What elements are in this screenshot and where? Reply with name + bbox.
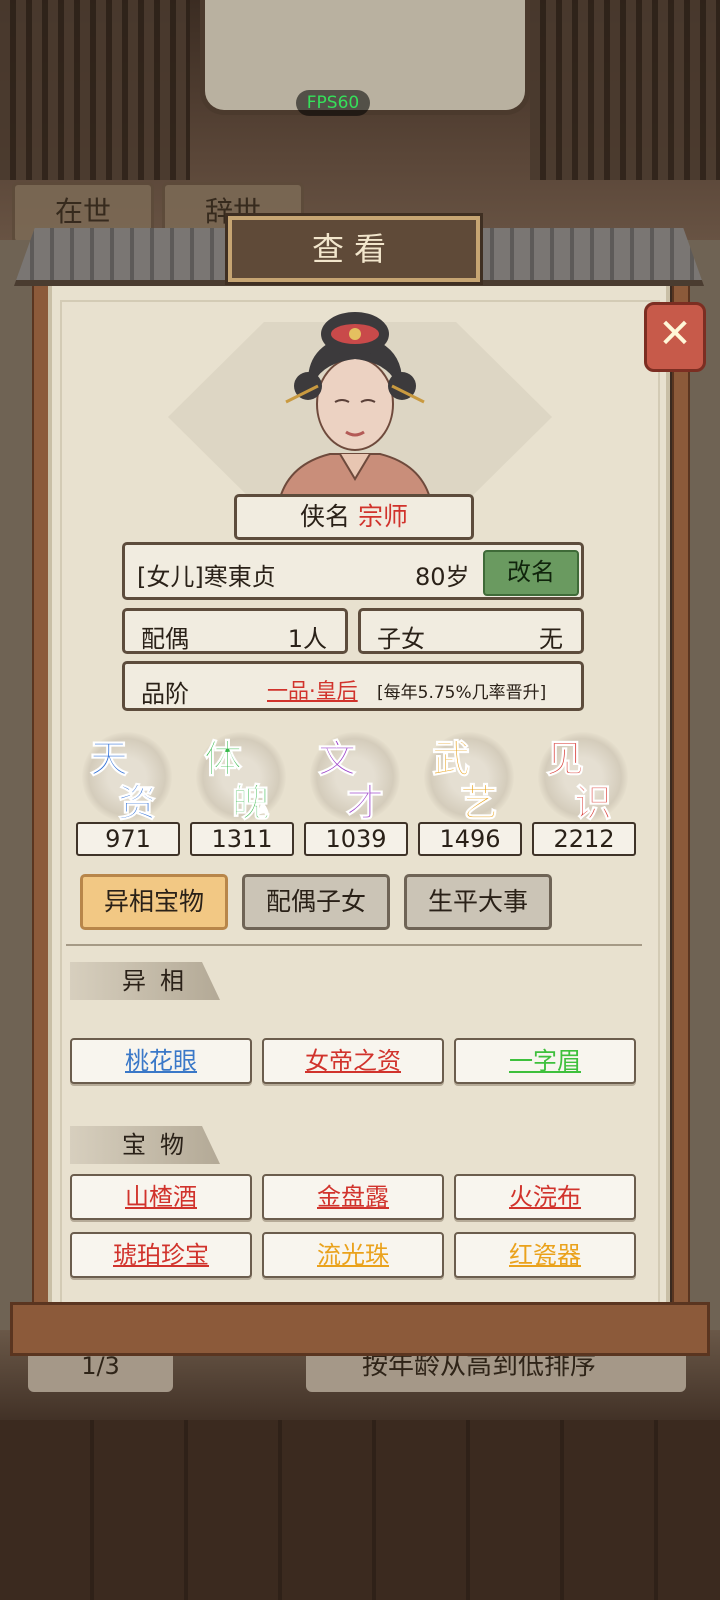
section-header-traits: 异相 (70, 962, 220, 1000)
tab-traits-treasures[interactable]: 异相宝物 (80, 874, 228, 930)
rename-button[interactable]: 改名 (483, 550, 579, 596)
rank-label: 品阶 (141, 680, 189, 708)
attribute-value-martial: 1496 (418, 822, 522, 856)
attribute-char-2: 才 (345, 780, 385, 826)
attribute-physique: 体 魄 (186, 728, 296, 826)
attribute-value-insight: 2212 (532, 822, 636, 856)
attribute-char-2: 艺 (459, 780, 499, 826)
tab-life-events[interactable]: 生平大事 (404, 874, 552, 930)
window-lattice-left (0, 0, 190, 180)
floor (0, 1420, 720, 1600)
rank-promotion-note: [每年5.75%几率晋升] (377, 683, 547, 703)
treasure-item[interactable]: 金盘露 (262, 1174, 444, 1220)
attribute-insight: 见 识 (528, 728, 638, 826)
attribute-char-2: 魄 (231, 780, 271, 826)
dialog-bottom-beam (10, 1302, 710, 1356)
treasure-item[interactable]: 红瓷器 (454, 1232, 636, 1278)
attribute-value-physique: 1311 (190, 822, 294, 856)
children-label: 子女 (377, 625, 425, 653)
attribute-char-2: 资 (117, 780, 157, 826)
children-value: 无 (539, 625, 563, 653)
close-x-icon: ✕ (658, 311, 692, 357)
attribute-talent: 天 资 (72, 728, 182, 826)
character-age: 80岁 (415, 563, 470, 591)
trait-item[interactable]: 桃花眼 (70, 1038, 252, 1084)
window-lattice-right (530, 0, 720, 180)
attribute-martial: 武 艺 (414, 728, 524, 826)
title-prefix: 侠名 (300, 502, 351, 531)
section-header-treasures: 宝物 (70, 1126, 220, 1164)
dialog-title: 查看 (225, 213, 483, 285)
title-value: 宗师 (357, 502, 408, 531)
attribute-value-literary: 1039 (304, 822, 408, 856)
children-row: 子女 无 (358, 608, 584, 654)
treasure-item[interactable]: 火浣布 (454, 1174, 636, 1220)
attribute-value-talent: 971 (76, 822, 180, 856)
trait-item[interactable]: 女帝之资 (262, 1038, 444, 1084)
spouse-label: 配偶 (141, 625, 189, 653)
treasure-item[interactable]: 流光珠 (262, 1232, 444, 1278)
spouse-row: 配偶 1人 (122, 608, 348, 654)
attribute-char-2: 识 (573, 780, 613, 826)
spouse-value: 1人 (287, 625, 327, 653)
tab-spouse-children[interactable]: 配偶子女 (242, 874, 390, 930)
section-divider (66, 944, 642, 946)
fps-counter: FPS60 (296, 90, 370, 116)
rank-value-link[interactable]: 一品·皇后 (267, 675, 358, 705)
treasure-item[interactable]: 山楂酒 (70, 1174, 252, 1220)
attribute-literary: 文 才 (300, 728, 410, 826)
rank-row: 品阶 一品·皇后 [每年5.75%几率晋升] (122, 661, 584, 711)
character-name: [女儿]寒東贞 (137, 563, 276, 591)
treasure-item[interactable]: 琥珀珍宝 (70, 1232, 252, 1278)
name-row: [女儿]寒東贞 80岁 改名 (122, 542, 584, 600)
dialog-post-right (672, 270, 690, 1354)
character-portrait (278, 312, 432, 498)
title-box: 侠名 宗师 (234, 494, 474, 540)
close-button[interactable]: ✕ (644, 302, 706, 372)
trait-item[interactable]: 一字眉 (454, 1038, 636, 1084)
